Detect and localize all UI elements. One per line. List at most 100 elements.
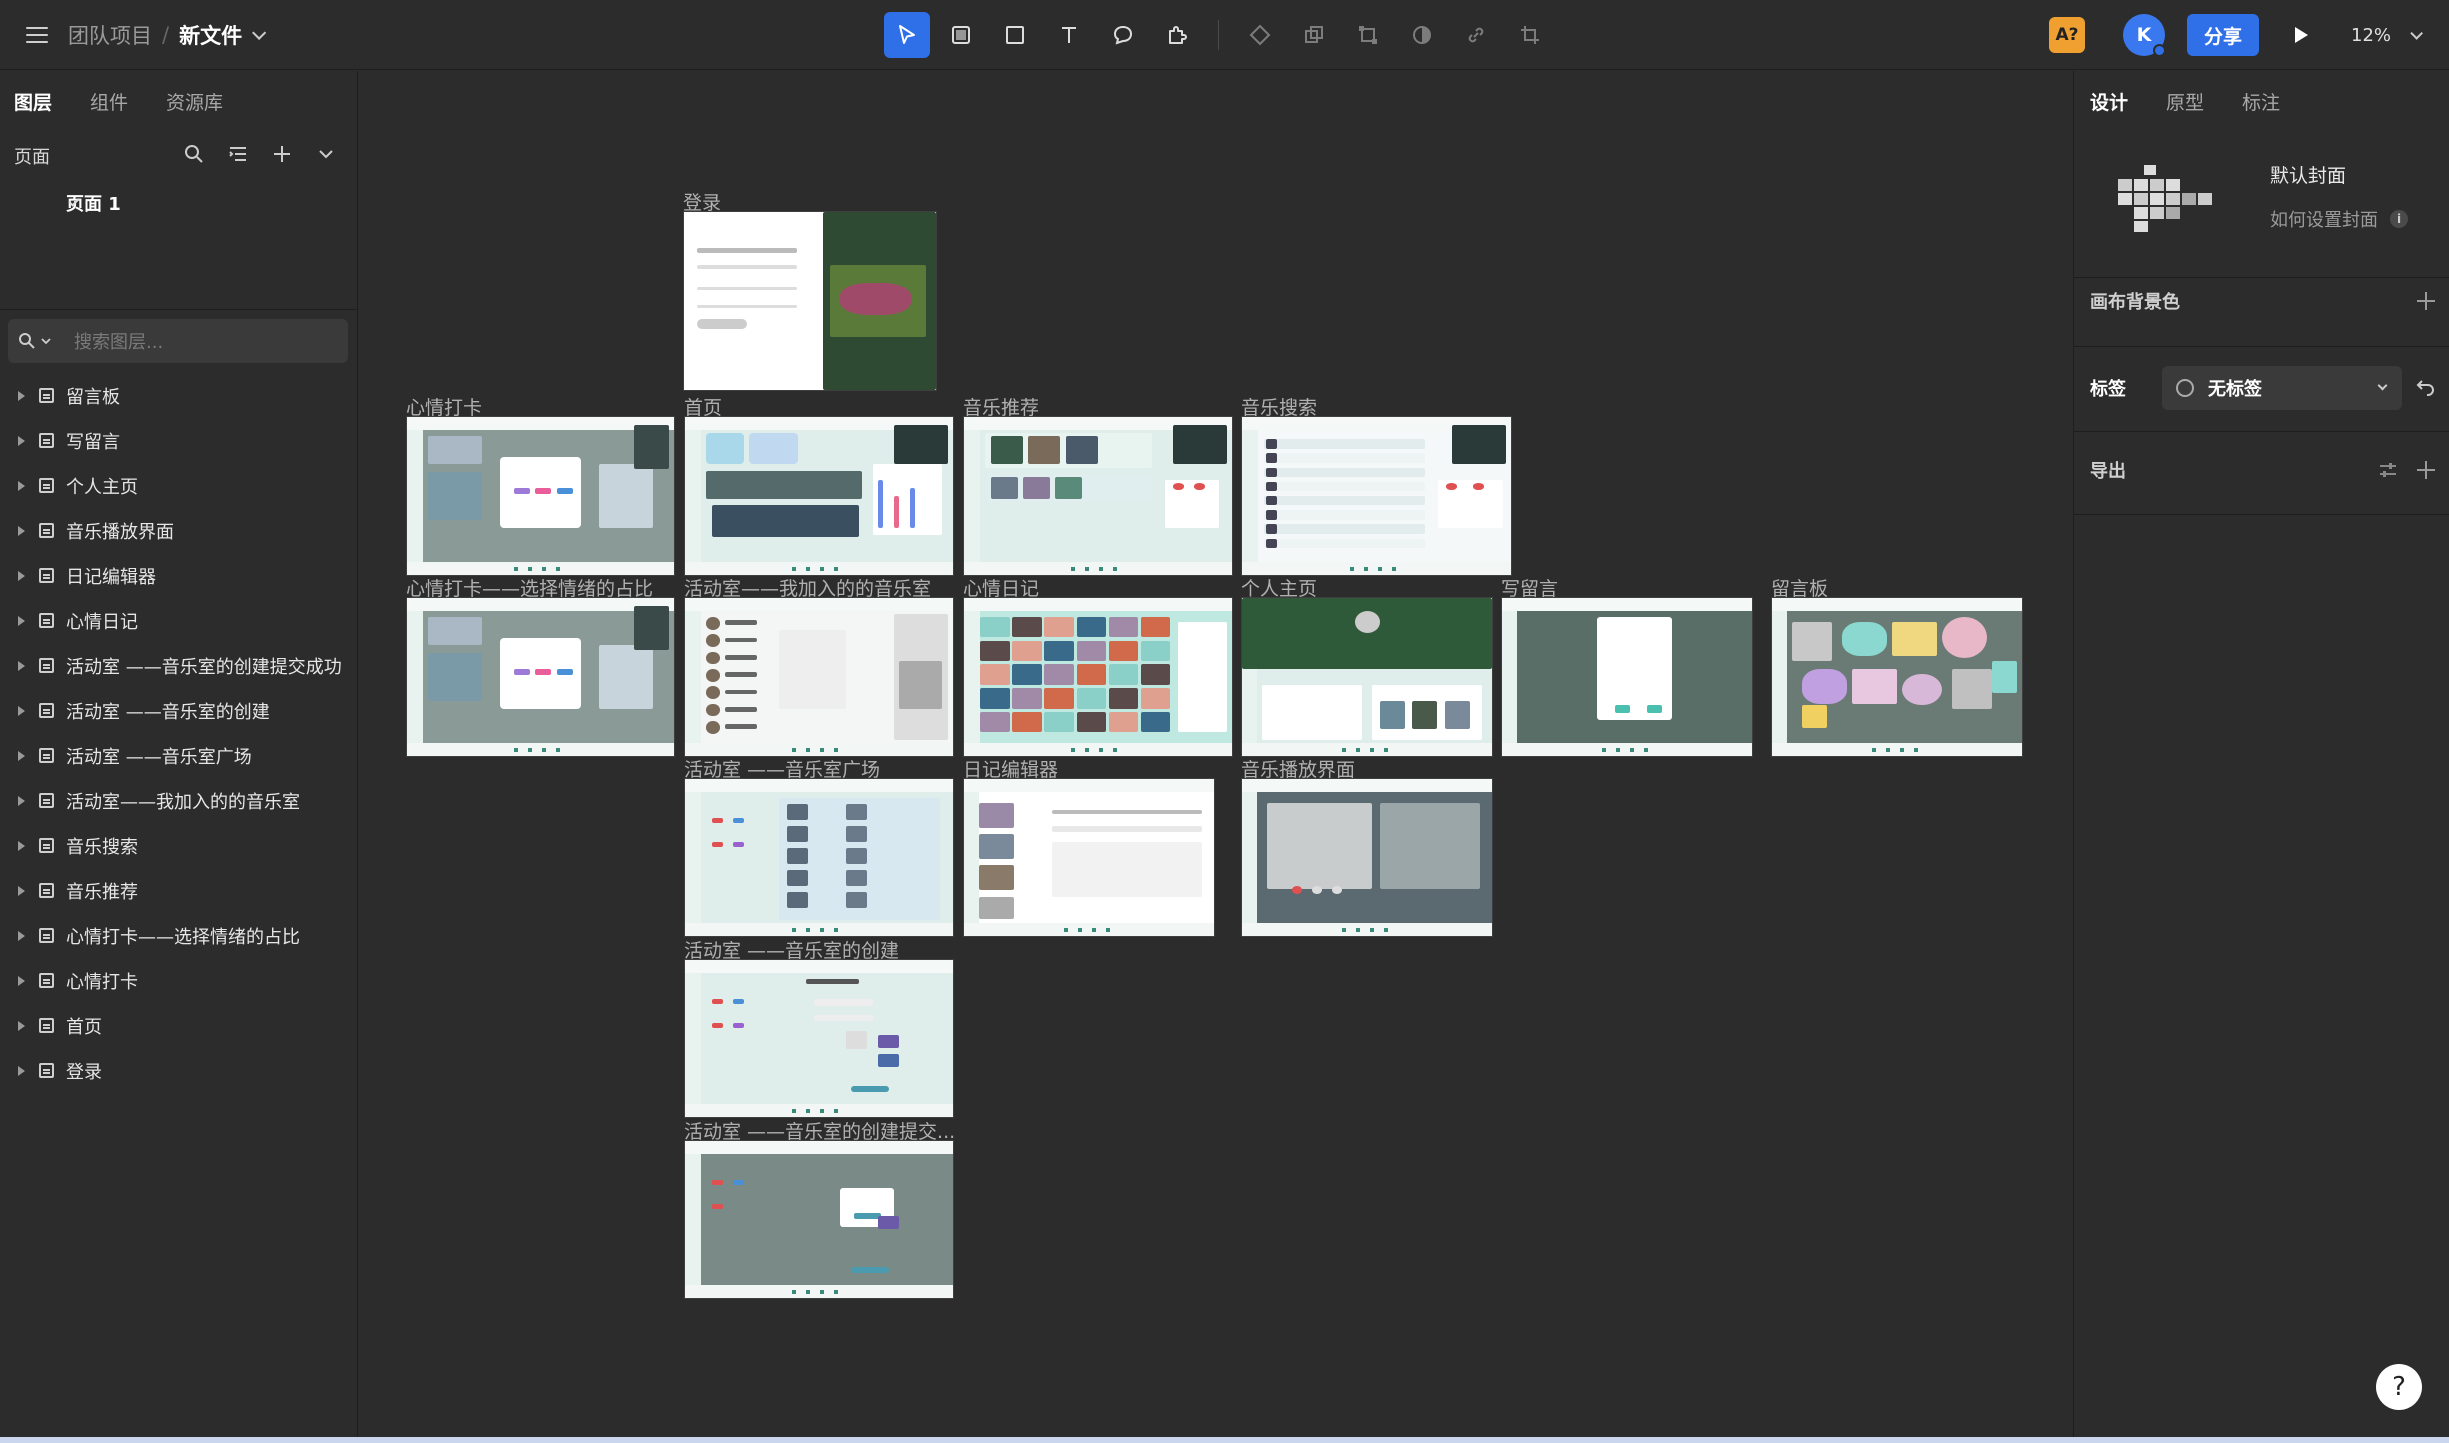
frame-thumbnail[interactable] [1241,778,1493,937]
expand-arrow-icon[interactable] [18,1065,25,1076]
expand-arrow-icon[interactable] [18,930,25,941]
expand-arrow-icon[interactable] [18,570,25,581]
frame-thumbnail[interactable] [963,778,1215,937]
layer-item[interactable]: 心情打卡 [0,958,358,1003]
layer-item[interactable]: 个人主页 [0,463,358,508]
share-button[interactable]: 分享 [2187,14,2259,56]
tab-assets[interactable]: 资源库 [166,88,223,115]
link-tool-button[interactable] [1453,12,1499,58]
undo-icon[interactable] [2416,378,2436,398]
expand-arrow-icon[interactable] [18,660,25,671]
crop-tool-button[interactable] [1507,12,1553,58]
layer-item[interactable]: 活动室——我加入的的音乐室 [0,778,358,823]
add-export-icon[interactable] [2416,460,2436,480]
frame-thumbnail[interactable] [684,1140,954,1299]
layer-item[interactable]: 留言板 [0,373,358,418]
expand-arrow-icon[interactable] [18,885,25,896]
page-item-1[interactable]: 页面 1 [0,181,357,225]
cover-thumbnail[interactable] [2118,163,2222,233]
expand-arrow-icon[interactable] [18,480,25,491]
present-button[interactable] [2281,15,2321,55]
component-tool-button[interactable] [1237,12,1283,58]
expand-arrow-icon[interactable] [18,615,25,626]
frame-thumbnail[interactable] [1771,597,2023,757]
tag-select[interactable]: 无标签 [2162,366,2402,410]
layer-item[interactable]: 心情打卡——选择情绪的占比 [0,913,358,958]
search-icon[interactable] [183,143,205,165]
frame-thumbnail[interactable] [684,778,954,937]
thumbnail-header [685,960,953,973]
expand-arrow-icon[interactable] [18,750,25,761]
expand-arrow-icon[interactable] [18,975,25,986]
rectangle-tool-button[interactable] [992,12,1038,58]
layer-item[interactable]: 音乐播放界面 [0,508,358,553]
expand-arrow-icon[interactable] [18,795,25,806]
frame-thumbnail[interactable] [963,597,1233,757]
layer-item[interactable]: 音乐推荐 [0,868,358,913]
layer-item[interactable]: 活动室 ——音乐室的创建提交成功 [0,643,358,688]
layer-item[interactable]: 日记编辑器 [0,553,358,598]
thumbnail-block [1108,664,1139,685]
layer-item[interactable]: 活动室 ——音乐室广场 [0,733,358,778]
thumbnail-block [1614,705,1630,714]
user-avatar[interactable]: K [2123,14,2166,57]
tab-design[interactable]: 设计 [2090,88,2128,115]
expand-arrow-icon[interactable] [18,525,25,536]
text-tool-button[interactable] [1046,12,1092,58]
frame-thumbnail[interactable] [1241,597,1493,757]
help-button[interactable]: ? [2376,1364,2422,1410]
frame-thumbnail[interactable] [1501,597,1753,757]
thumbnail-block [733,999,744,1004]
settings-sliders-icon[interactable] [2378,460,2398,480]
expand-arrow-icon[interactable] [18,840,25,851]
chevron-down-icon [2377,380,2388,391]
mask-tool-button[interactable] [1399,12,1445,58]
frame-thumbnail[interactable] [406,416,675,576]
frame-thumbnail[interactable] [406,597,675,757]
expand-arrow-icon[interactable] [18,705,25,716]
cover-title: 默认封面 [2270,165,2347,187]
thumbnail-block [1267,802,1372,889]
frame-thumbnail[interactable] [684,416,954,576]
thumbnail-block [733,1180,744,1185]
file-name[interactable]: 新文件 [179,20,242,50]
ai-assistant-badge[interactable]: A? [2049,17,2085,53]
chevron-down-icon[interactable] [252,25,267,40]
thumbnail-block [696,318,747,330]
layer-item[interactable]: 心情日记 [0,598,358,643]
frame-thumbnail[interactable] [1241,416,1512,576]
plugin-tool-button[interactable] [1154,12,1200,58]
frame-thumbnail[interactable] [963,416,1233,576]
layer-search-input[interactable]: 搜索图层... [8,319,348,363]
expand-arrow-icon[interactable] [18,1020,25,1031]
expand-arrow-icon[interactable] [18,390,25,401]
tab-components[interactable]: 组件 [90,88,128,115]
tab-layers[interactable]: 图层 [14,88,52,115]
breadcrumb-team[interactable]: 团队项目 [68,20,152,50]
layer-item[interactable]: 首页 [0,1003,358,1048]
tab-annotate[interactable]: 标注 [2242,88,2280,115]
layer-item[interactable]: 音乐搜索 [0,823,358,868]
main-menu-icon[interactable] [22,20,52,50]
frame-thumbnail[interactable] [684,597,954,757]
zoom-dropdown[interactable]: 12% [2337,14,2433,56]
frame-thumbnail[interactable] [683,211,937,391]
chevron-down-icon[interactable] [315,143,337,165]
transform-tool-button[interactable] [1345,12,1391,58]
tab-prototype[interactable]: 原型 [2166,88,2204,115]
add-canvas-bg-icon[interactable] [2416,291,2436,311]
sort-icon[interactable] [227,143,249,165]
cover-help-link[interactable]: 如何设置封面 i [2270,206,2408,232]
boolean-tool-button[interactable] [1291,12,1337,58]
layer-item[interactable]: 活动室 ——音乐室的创建 [0,688,358,733]
thumbnail-block [711,999,723,1004]
frame-tool-button[interactable] [938,12,984,58]
comment-tool-button[interactable] [1100,12,1146,58]
add-page-icon[interactable] [271,143,293,165]
expand-arrow-icon[interactable] [18,435,25,446]
layer-item[interactable]: 登录 [0,1048,358,1093]
design-canvas[interactable]: 登录 心情打卡 首页 音乐推荐 音乐搜索 心情打卡——选择情绪的占比 活动室——我加入的的音… [359,71,2072,1443]
move-tool-button[interactable] [884,12,930,58]
layer-item[interactable]: 写留言 [0,418,358,463]
frame-thumbnail[interactable] [684,959,954,1118]
